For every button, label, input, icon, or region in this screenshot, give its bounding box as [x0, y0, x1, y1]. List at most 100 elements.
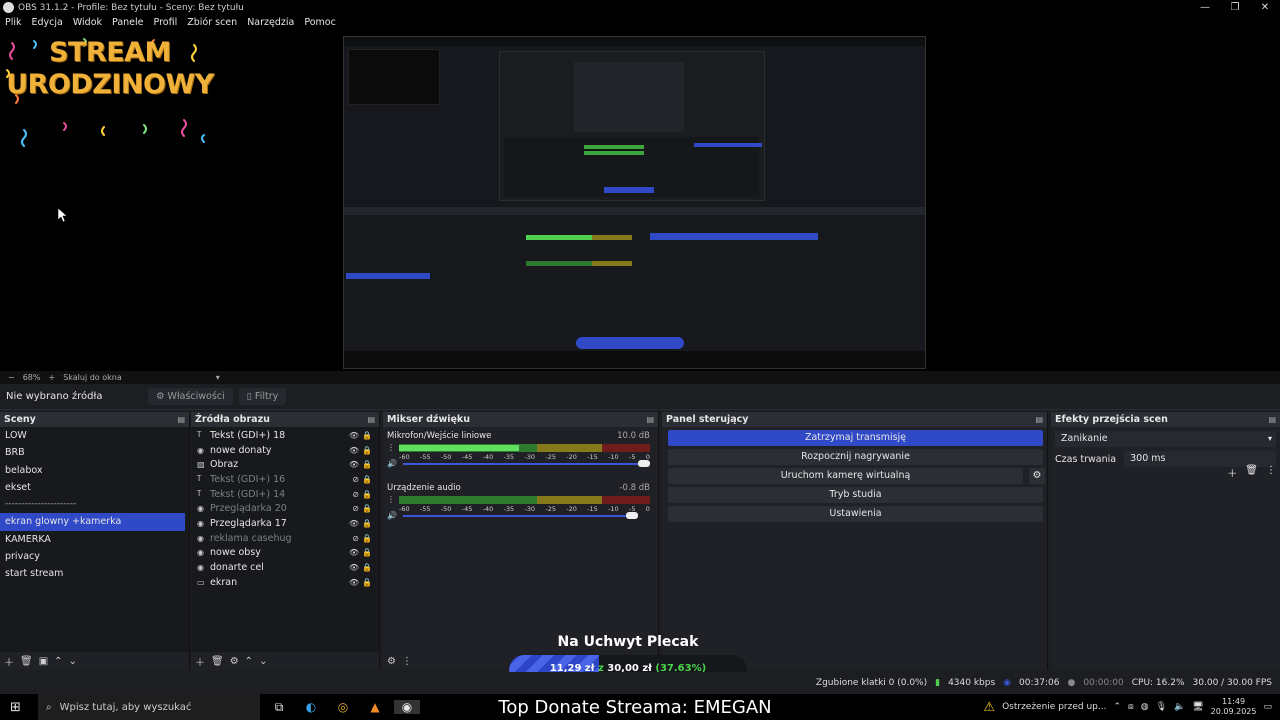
microphone-icon[interactable]: 🎙 [1156, 702, 1167, 712]
scene-item-low[interactable]: LOW [0, 427, 189, 444]
chevron-up-icon[interactable]: ⌃ [1113, 702, 1121, 712]
remove-source-icon[interactable]: 🗑 [211, 656, 224, 667]
lock-icon[interactable]: 🔒 [362, 475, 372, 484]
source-item[interactable]: ▨ Obraz 👁 🔒 [191, 457, 379, 472]
lock-icon[interactable]: 🔒 [362, 460, 372, 469]
add-transition-icon[interactable]: ＋ [1227, 465, 1237, 480]
scene-filters-icon[interactable]: ▣ [39, 656, 48, 667]
add-source-icon[interactable]: ＋ [195, 654, 205, 669]
stop-streaming-button[interactable]: Zatrzymaj transmisję [668, 430, 1043, 446]
speaker-icon[interactable]: 🔊 [387, 511, 397, 520]
clock[interactable]: 11:49 20.09.2025 [1211, 697, 1257, 717]
menu-widok[interactable]: Widok [68, 15, 107, 31]
lock-icon[interactable]: 🔒 [362, 578, 372, 587]
dock-options-icon[interactable]: ▤ [367, 415, 375, 424]
scene-item-ekran-glowny[interactable]: ekran glowny +kamerka [0, 513, 185, 531]
eye-icon[interactable]: 👁 [349, 460, 359, 469]
menu-narzedzia[interactable]: Narzędzia [242, 15, 299, 31]
dock-options-icon[interactable]: ▤ [1268, 415, 1276, 424]
lock-icon[interactable]: 🔒 [362, 431, 372, 440]
maximize-button[interactable]: ❐ [1220, 0, 1250, 15]
source-settings-gear-icon[interactable]: ⚙ [230, 656, 239, 667]
source-item[interactable]: ◉ reklama casehug ⊘ 🔒 [191, 531, 379, 546]
scale-mode-select[interactable]: Skaluj do okna [63, 373, 122, 382]
start-virtual-camera-button[interactable]: Uruchom kamerę wirtualną ⚙ [668, 468, 1045, 484]
source-item[interactable]: ◉ Przeglądarka 20 ⊘ 🔒 [191, 501, 379, 516]
eye-icon[interactable]: 👁 [349, 563, 359, 572]
scene-item-separator[interactable]: ---------------------- [0, 496, 189, 513]
dock-options-icon[interactable]: ▤ [646, 415, 654, 424]
task-view-icon[interactable]: ⧉ [266, 700, 292, 715]
volume-slider[interactable] [403, 512, 638, 519]
menu-profil[interactable]: Profil [149, 15, 183, 31]
advanced-audio-gear-icon[interactable]: ⚙ [387, 656, 396, 667]
transition-menu-icon[interactable]: ⋮ [1266, 465, 1276, 480]
scene-item-privacy[interactable]: privacy [0, 548, 189, 565]
speaker-icon[interactable]: 🔊 [387, 459, 397, 468]
lock-icon[interactable]: 🔒 [362, 446, 372, 455]
source-item[interactable]: ▭ ekran 👁 🔒 [191, 575, 379, 590]
source-item[interactable]: ◉ donarte cel 👁 🔒 [191, 560, 379, 575]
move-up-icon[interactable]: ⌃ [54, 656, 62, 667]
settings-button[interactable]: Ustawienia [668, 506, 1043, 522]
windows-start-icon[interactable]: ⊞ [10, 700, 28, 715]
source-item[interactable]: Ꭲ Tekst (GDI+) 18 👁 🔒 [191, 428, 379, 443]
source-item[interactable]: ◉ nowe obsy 👁 🔒 [191, 546, 379, 561]
move-down-icon[interactable]: ⌄ [259, 656, 267, 667]
scene-item-start-stream[interactable]: start stream [0, 565, 189, 582]
menu-pomoc[interactable]: Pomoc [299, 15, 341, 31]
remove-transition-icon[interactable]: 🗑 [1245, 465, 1258, 480]
source-item[interactable]: ◉ nowe donaty 👁 🔒 [191, 443, 379, 458]
lock-icon[interactable]: 🔒 [362, 548, 372, 557]
scene-item-kamerka[interactable]: KAMERKA [0, 531, 189, 548]
warning-notification[interactable]: Ostrzeżenie przed up... [1002, 702, 1106, 712]
edge-icon[interactable]: ◐ [298, 700, 324, 714]
mixer-menu-icon[interactable]: ⋮ [402, 656, 412, 667]
eye-icon[interactable]: 👁 [349, 548, 359, 557]
minimize-button[interactable]: — [1190, 0, 1220, 15]
menu-edycja[interactable]: Edycja [27, 15, 68, 31]
scene-item-belabox[interactable]: belabox [0, 462, 189, 479]
eye-icon[interactable]: 👁 [349, 578, 359, 587]
virtual-camera-gear-icon[interactable]: ⚙ [1029, 468, 1045, 484]
zoom-out-button[interactable]: − [8, 373, 15, 382]
close-button[interactable]: ✕ [1250, 0, 1280, 15]
lock-icon[interactable]: 🔒 [362, 490, 372, 499]
camera-icon[interactable]: ◍ [1141, 702, 1149, 712]
source-item[interactable]: ◉ Przeglądarka 17 👁 🔒 [191, 516, 379, 531]
lock-icon[interactable]: 🔒 [362, 563, 372, 572]
channel-menu-icon[interactable]: ⋮ [387, 443, 395, 452]
channel-menu-icon[interactable]: ⋮ [387, 495, 395, 504]
slider-handle[interactable] [626, 512, 638, 519]
menu-panele[interactable]: Panele [107, 15, 148, 31]
notifications-icon[interactable]: ▭ [1263, 702, 1272, 712]
eye-hidden-icon[interactable]: ⊘ [352, 504, 359, 513]
tray-app-icon[interactable]: ⧈ [1128, 702, 1134, 712]
preview-canvas[interactable]: STREAM URODZINOWY [0, 31, 1280, 371]
move-up-icon[interactable]: ⌃ [245, 656, 253, 667]
menu-plik[interactable]: Plik [0, 15, 27, 31]
chrome-icon[interactable]: ◎ [330, 700, 356, 714]
eye-hidden-icon[interactable]: ⊘ [352, 534, 359, 543]
add-scene-icon[interactable]: ＋ [4, 654, 14, 669]
menu-zbior-scen[interactable]: Zbiór scen [182, 15, 242, 31]
eye-icon[interactable]: 👁 [349, 519, 359, 528]
app-orange-icon[interactable]: ▲ [362, 700, 388, 714]
lock-icon[interactable]: 🔒 [362, 504, 372, 513]
source-item[interactable]: Ꭲ Tekst (GDI+) 14 ⊘ 🔒 [191, 487, 379, 502]
eye-icon[interactable]: 👁 [349, 431, 359, 440]
lock-icon[interactable]: 🔒 [362, 519, 372, 528]
dock-options-icon[interactable]: ▤ [1035, 415, 1043, 424]
move-down-icon[interactable]: ⌄ [69, 656, 77, 667]
scene-item-brb[interactable]: BRB [0, 444, 189, 461]
filters-button[interactable]: ▯ Filtry [238, 388, 287, 405]
lock-icon[interactable]: 🔒 [362, 534, 372, 543]
source-item[interactable]: Ꭲ Tekst (GDI+) 16 ⊘ 🔒 [191, 472, 379, 487]
remove-scene-icon[interactable]: 🗑 [20, 656, 33, 667]
start-recording-button[interactable]: Rozpocznij nagrywanie [668, 449, 1043, 465]
scene-item-ekset[interactable]: ekset [0, 479, 189, 496]
slider-handle[interactable] [638, 460, 650, 467]
eye-hidden-icon[interactable]: ⊘ [352, 490, 359, 499]
dock-options-icon[interactable]: ▤ [177, 415, 185, 424]
volume-slider[interactable] [403, 460, 650, 467]
